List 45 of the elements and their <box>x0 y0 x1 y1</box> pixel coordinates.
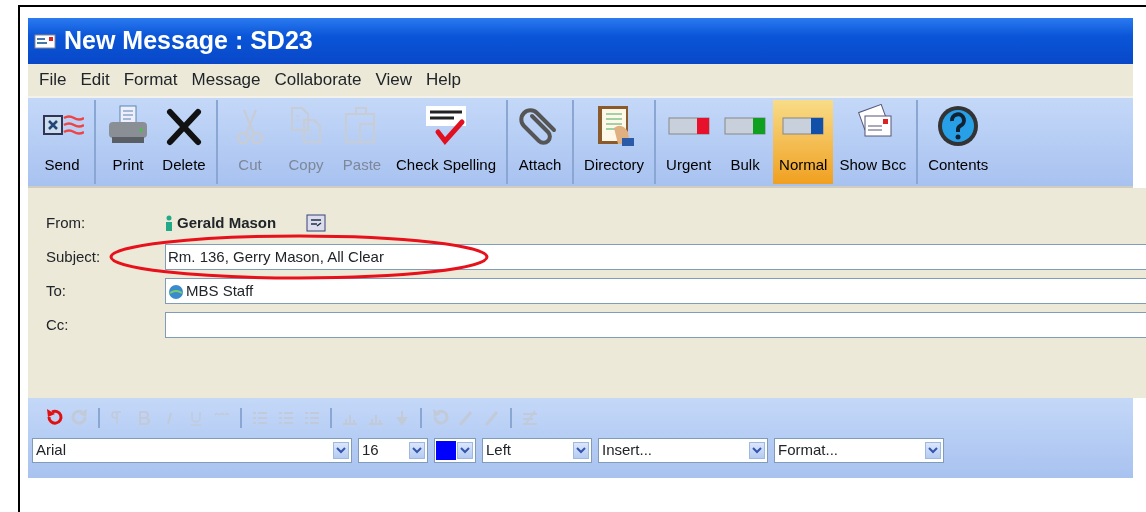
toolbar-button[interactable]: Urgent <box>660 100 718 184</box>
sender-name: Gerald Mason <box>177 212 277 233</box>
dropdown[interactable]: 16 <box>358 438 428 463</box>
toolbar-button[interactable]: Attach <box>512 100 569 184</box>
toolbar-button[interactable]: Contents <box>922 100 995 184</box>
dropdown[interactable]: Arial <box>32 438 352 463</box>
caret-icon <box>928 447 938 454</box>
field-label: To: <box>46 280 67 301</box>
input-field[interactable]: Rm. 136, Gerry Mason, All Clear <box>165 244 1146 270</box>
toolbar-button[interactable]: Bulk <box>717 100 774 184</box>
menu-item[interactable]: File <box>32 67 74 93</box>
field-label: Subject: <box>46 246 102 267</box>
envelope-icon <box>34 32 56 50</box>
help-icon <box>936 103 981 148</box>
toolbar-button[interactable]: Directory <box>578 100 651 184</box>
menu-item[interactable]: Help <box>419 67 468 93</box>
menu-item[interactable]: Format <box>116 67 185 93</box>
field-label: From: <box>46 212 87 233</box>
field-label: Cc: <box>46 314 70 335</box>
menu-item[interactable]: Message <box>184 67 268 93</box>
toolbar-button[interactable]: Normal <box>773 100 834 184</box>
undo-icon[interactable] <box>44 408 64 428</box>
window-title: New Message : SD23 <box>64 25 313 57</box>
toolbar-button[interactable]: Print <box>100 100 156 184</box>
menu-item[interactable]: Collaborate <box>267 67 369 93</box>
toolbar-button[interactable]: Check Spelling <box>390 100 503 184</box>
dropdown[interactable]: Format... <box>774 438 944 463</box>
menu-item[interactable]: Edit <box>73 67 117 93</box>
caret-icon <box>460 447 470 454</box>
dropdown[interactable]: Insert... <box>598 438 768 463</box>
caret-icon <box>576 447 586 454</box>
menu-item[interactable]: View <box>368 67 420 93</box>
person-icon <box>165 214 173 232</box>
color-picker[interactable] <box>434 438 476 463</box>
recipient-field[interactable]: MBS Staff <box>165 278 1146 304</box>
caret-icon <box>752 447 762 454</box>
caret-icon <box>412 447 422 454</box>
toolbar-button[interactable]: Send <box>34 100 90 184</box>
toolbar-button[interactable]: Delete <box>156 100 212 184</box>
caret-icon <box>336 447 346 454</box>
address-card-icon <box>306 214 327 232</box>
dropdown[interactable]: Left <box>482 438 592 463</box>
globe-icon <box>168 282 184 300</box>
input-field[interactable] <box>165 312 1146 338</box>
toolbar-button[interactable]: Show Bcc <box>833 100 913 184</box>
